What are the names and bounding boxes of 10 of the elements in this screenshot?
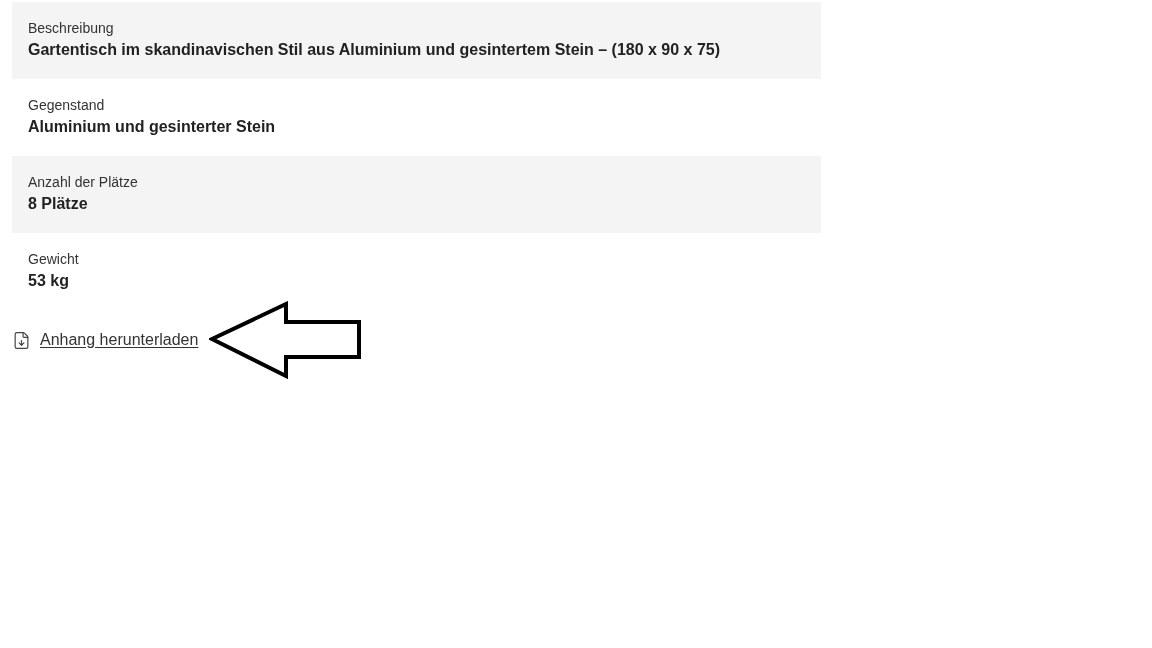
detail-value: Gartentisch im skandinavischen Stil aus Aluminium und gesintertem Stein – (180 x 90 x 75) [28, 40, 721, 60]
download-link[interactable]: Anhang herunterladen [40, 328, 199, 352]
detail-value: Aluminium und gesinterter Stein [28, 117, 276, 137]
detail-value: 8 Plätze [28, 194, 88, 214]
detail-value: 53 kg [28, 271, 69, 291]
detail-label: Beschreibung [28, 19, 114, 38]
detail-label: Anzahl der Plätze [28, 173, 138, 192]
detail-label: Gegenstand [28, 96, 105, 115]
file-download-icon [12, 330, 31, 350]
detail-label: Gewicht [28, 250, 79, 269]
